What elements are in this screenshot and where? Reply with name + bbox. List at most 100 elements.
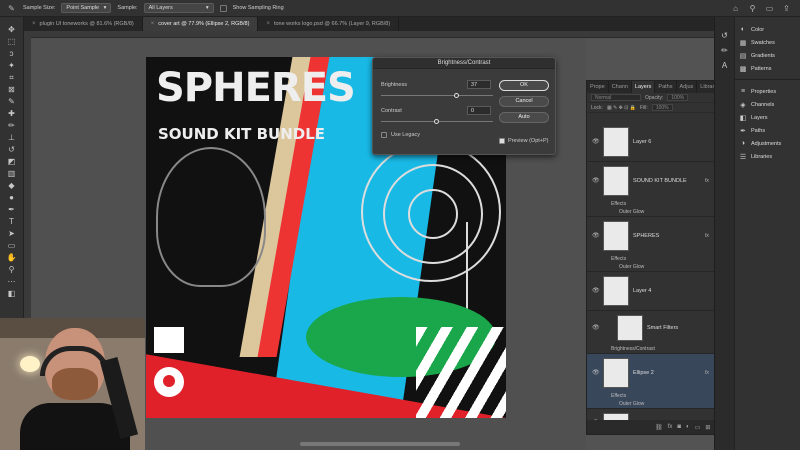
sample-select[interactable]: All Layers ▾ [143, 3, 214, 13]
pen-tool-icon[interactable]: ✒ [6, 205, 18, 214]
close-icon[interactable]: × [151, 21, 155, 27]
hand-tool-icon[interactable]: ✋ [6, 253, 18, 262]
panel-item-color[interactable]: ◐ Color [735, 23, 800, 36]
auto-button[interactable]: Auto [499, 112, 549, 123]
layer-effect-item[interactable]: Outer Glow [587, 400, 721, 408]
use-legacy-checkbox[interactable] [381, 132, 387, 138]
panel-item-adjustments[interactable]: ◑ Adjustments [735, 137, 800, 150]
layer-row[interactable]: 👁 Layer 4 [587, 272, 721, 311]
shape-tool-icon[interactable]: ▭ [6, 241, 18, 250]
fx-badge[interactable]: fx [705, 233, 709, 239]
crop-tool-icon[interactable]: ⌗ [6, 73, 18, 82]
marquee-tool-icon[interactable]: ⬚ [6, 37, 18, 46]
panel-item-channels[interactable]: ◈ Channels [735, 98, 800, 111]
ok-button[interactable]: OK [499, 80, 549, 91]
zoom-tool-icon[interactable]: ⚲ [6, 265, 18, 274]
visibility-eye-icon[interactable]: 👁 [592, 324, 600, 331]
show-sampling-ring-checkbox[interactable] [219, 4, 227, 12]
brush-settings-icon[interactable]: ✏ [719, 46, 731, 55]
gradient-tool-icon[interactable]: ▥ [6, 169, 18, 178]
contrast-input[interactable]: 0 [467, 106, 491, 115]
tab-adjustments[interactable]: Adjus [677, 81, 698, 93]
tab-layers[interactable]: Layers [631, 81, 656, 93]
new-layer-icon[interactable]: ⊞ [705, 424, 710, 431]
panel-item-properties[interactable]: ≡ Properties [735, 85, 800, 98]
panel-item-patterns[interactable]: ▩ Patterns [735, 62, 800, 75]
lasso-tool-icon[interactable]: ↄ [6, 49, 18, 58]
panel-item-gradients[interactable]: ▤ Gradients [735, 49, 800, 62]
panel-item-layers[interactable]: ◧ Layers [735, 111, 800, 124]
opacity-input[interactable]: 100% [667, 94, 689, 101]
group-icon[interactable]: ▭ [695, 424, 701, 431]
close-icon[interactable]: × [266, 21, 270, 27]
layer-row[interactable]: 👁 SOUND KIT BUNDLE fx Effects Outer Glow [587, 162, 721, 217]
brightness-slider-handle[interactable] [454, 93, 460, 98]
workspace-icon[interactable]: ▭ [764, 3, 775, 14]
canvas-horizontal-scrollbar[interactable] [300, 442, 460, 446]
move-tool-icon[interactable]: ✥ [6, 25, 18, 34]
panel-item-swatches[interactable]: ▦ Swatches [735, 36, 800, 49]
history-icon[interactable]: ↺ [719, 31, 731, 40]
layer-effect-item[interactable]: Outer Glow [587, 208, 721, 216]
tab-tone-works-logo[interactable]: × tone works logo.psd @ 66.7% (Layer 9, R… [258, 17, 400, 31]
search-icon[interactable]: ⚲ [747, 3, 758, 14]
layer-effect-item[interactable]: Effects [587, 392, 721, 400]
close-icon[interactable]: × [32, 21, 36, 27]
fx-badge[interactable]: fx [705, 178, 709, 184]
type-tool-icon[interactable]: T [6, 217, 18, 226]
fx-icon[interactable]: fx [668, 424, 673, 430]
panel-item-libraries[interactable]: ☰ Libraries [735, 150, 800, 163]
blend-mode-select[interactable]: Normal [591, 94, 641, 101]
preview-label: Preview (Opt+P) [508, 138, 549, 144]
layer-effect-item[interactable]: Effects [587, 200, 721, 208]
eyedropper-icon[interactable]: ✎ [6, 3, 17, 14]
layer-row[interactable]: 👁 Layer 6 [587, 123, 721, 162]
layer-row[interactable]: 👁 Smart Filters Brightness/Contrast [587, 311, 721, 354]
visibility-eye-icon[interactable]: 👁 [592, 177, 600, 184]
eraser-tool-icon[interactable]: ◩ [6, 157, 18, 166]
tab-plugin-ui[interactable]: × plugin UI toneworks @ 81.6% (RGB/8) [24, 17, 143, 31]
color-swatch-icon[interactable]: ◧ [6, 289, 18, 298]
fill-input[interactable]: 100% [651, 104, 673, 111]
tab-paths[interactable]: Paths [655, 81, 677, 93]
share-icon[interactable]: ⇪ [781, 3, 792, 14]
clone-stamp-icon[interactable]: ⊥ [6, 133, 18, 142]
brush-tool-icon[interactable]: ✏ [6, 121, 18, 130]
contrast-slider-handle[interactable] [434, 119, 439, 124]
chevron-down-icon: ▾ [103, 5, 107, 11]
tab-channels[interactable]: Chann [609, 81, 632, 93]
layer-row[interactable]: 👁 SPHERES fx Effects Outer Glow [587, 217, 721, 272]
visibility-eye-icon[interactable]: 👁 [592, 287, 600, 294]
quick-select-tool-icon[interactable]: ✦ [6, 61, 18, 70]
adjustment-layer-icon[interactable]: ◐ [686, 424, 690, 430]
brightness-slider[interactable] [381, 95, 493, 96]
layer-effect-item[interactable]: Outer Glow [587, 263, 721, 271]
layer-row[interactable]: 👁 Ellipse 2 fx Effects Outer Glow [587, 354, 721, 409]
lock-icons[interactable]: ▦ ✎ ✥ ⊡ 🔒 [607, 105, 636, 111]
home-icon[interactable]: ⌂ [730, 3, 741, 14]
visibility-eye-icon[interactable]: 👁 [592, 138, 600, 145]
fx-badge[interactable]: fx [705, 370, 709, 376]
more-tools-icon[interactable]: ⋯ [6, 277, 18, 286]
cancel-button[interactable]: Cancel [499, 96, 549, 107]
preview-checkbox[interactable] [499, 138, 505, 144]
visibility-eye-icon[interactable]: 👁 [592, 369, 600, 376]
layer-effect-item[interactable]: Effects [587, 255, 721, 263]
blur-tool-icon[interactable]: ◆ [6, 181, 18, 190]
sample-size-select[interactable]: Point Sample ▾ [61, 3, 112, 13]
panel-item-paths[interactable]: ✒ Paths [735, 124, 800, 137]
character-icon[interactable]: A [719, 61, 731, 70]
tab-properties[interactable]: Prope [587, 81, 609, 93]
dodge-tool-icon[interactable]: ● [6, 193, 18, 202]
path-select-icon[interactable]: ➤ [6, 229, 18, 238]
link-layers-icon[interactable]: ⛓ [655, 424, 663, 431]
brightness-input[interactable]: 37 [467, 80, 491, 89]
tab-cover-art[interactable]: × cover art @ 77.9% (Ellipse 2, RGB/8) [142, 17, 259, 31]
layer-effect-item[interactable]: Brightness/Contrast [587, 345, 721, 353]
mask-icon[interactable]: ◙ [677, 424, 681, 430]
visibility-eye-icon[interactable]: 👁 [592, 232, 600, 239]
healing-brush-icon[interactable]: ✚ [6, 109, 18, 118]
eyedropper-tool-icon[interactable]: ✎ [6, 97, 18, 106]
history-brush-icon[interactable]: ↺ [6, 145, 18, 154]
frame-tool-icon[interactable]: ⊠ [6, 85, 18, 94]
